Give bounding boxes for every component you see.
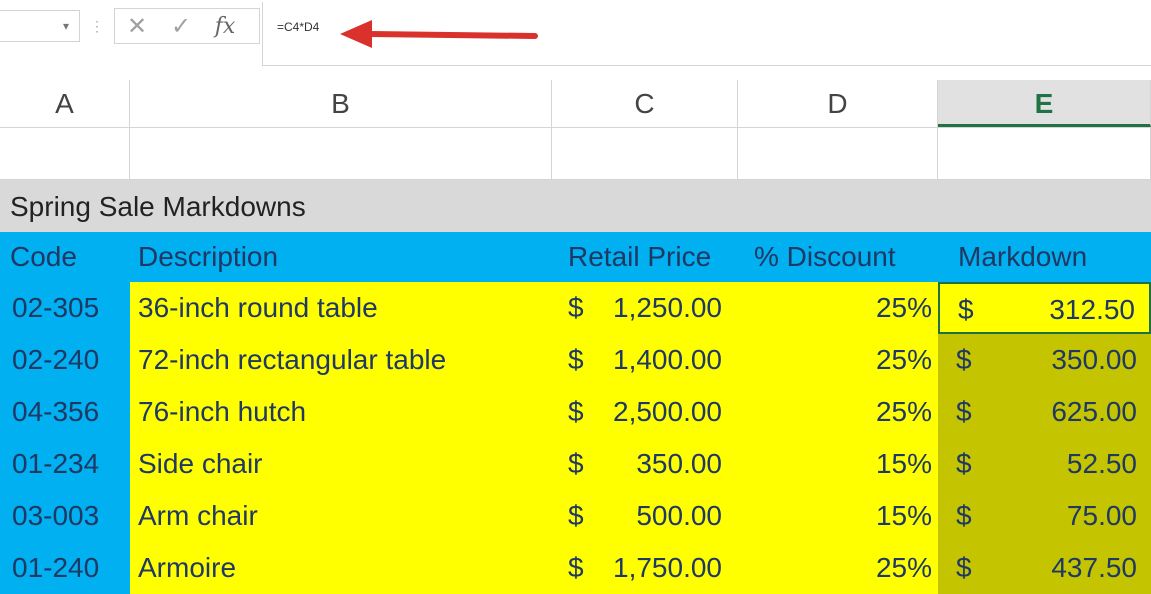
- currency-symbol: $: [956, 344, 972, 375]
- markdown-amount: 52.50: [1066, 448, 1137, 479]
- cancel-button[interactable]: ✕: [115, 9, 159, 43]
- fx-icon: fx: [214, 13, 236, 39]
- markdown-amount: 312.50: [1049, 294, 1135, 325]
- discount-cell[interactable]: 15%: [738, 438, 938, 490]
- table-header-row: Code Description Retail Price % Discount…: [0, 232, 1151, 282]
- price-amount: 2,500.00: [613, 396, 722, 427]
- name-box-dropdown[interactable]: ▾: [0, 10, 80, 42]
- price-amount: 1,250.00: [613, 292, 722, 323]
- table-row: 01-234 Side chair $350.00 15% $52.50: [0, 438, 1151, 490]
- price-cell[interactable]: $1,250.00: [552, 282, 738, 334]
- cell-b1[interactable]: [130, 128, 552, 180]
- check-icon: ✓: [170, 12, 192, 40]
- header-retail-price[interactable]: Retail Price: [568, 232, 711, 282]
- price-amount: 1,750.00: [613, 552, 722, 583]
- markdown-cell-active[interactable]: $312.50: [938, 282, 1151, 334]
- formula-bar: ▾ ⋮ ✕ ✓ fx =C4*D4: [0, 0, 1151, 66]
- code-cell[interactable]: 04-356: [0, 386, 130, 438]
- currency-symbol: $: [568, 344, 584, 375]
- description-cell[interactable]: 72-inch rectangular table: [130, 334, 552, 386]
- price-amount: 500.00: [636, 500, 722, 531]
- spreadsheet-grid: Spring Sale Markdowns Code Description R…: [0, 128, 1151, 594]
- column-header-e[interactable]: E: [938, 80, 1151, 127]
- description-cell[interactable]: Side chair: [130, 438, 552, 490]
- price-cell[interactable]: $1,750.00: [552, 542, 738, 594]
- discount-cell[interactable]: 25%: [738, 386, 938, 438]
- markdown-cell[interactable]: $52.50: [938, 438, 1151, 490]
- code-cell[interactable]: 01-240: [0, 542, 130, 594]
- enter-button[interactable]: ✓: [159, 9, 203, 43]
- header-markdown[interactable]: Markdown: [958, 232, 1087, 282]
- table-row: 01-240 Armoire $1,750.00 25% $437.50: [0, 542, 1151, 594]
- cell-a1[interactable]: [0, 128, 130, 180]
- cell-e1[interactable]: [938, 128, 1151, 180]
- markdown-cell[interactable]: $350.00: [938, 334, 1151, 386]
- price-amount: 1,400.00: [613, 344, 722, 375]
- close-icon: ✕: [126, 12, 148, 40]
- description-cell[interactable]: 36-inch round table: [130, 282, 552, 334]
- markdown-cell[interactable]: $75.00: [938, 490, 1151, 542]
- header-discount[interactable]: % Discount: [754, 232, 896, 282]
- currency-symbol: $: [956, 500, 972, 531]
- grip-separator-icon: ⋮: [90, 18, 104, 34]
- table-row: 02-305 36-inch round table $1,250.00 25%…: [0, 282, 1151, 334]
- currency-symbol: $: [958, 294, 974, 325]
- markdown-amount: 625.00: [1051, 396, 1137, 427]
- price-cell[interactable]: $350.00: [552, 438, 738, 490]
- price-amount: 350.00: [636, 448, 722, 479]
- code-cell[interactable]: 02-240: [0, 334, 130, 386]
- table-row: 04-356 76-inch hutch $2,500.00 25% $625.…: [0, 386, 1151, 438]
- markdown-amount: 437.50: [1051, 552, 1137, 583]
- discount-cell[interactable]: 15%: [738, 490, 938, 542]
- markdown-amount: 75.00: [1066, 500, 1137, 531]
- price-cell[interactable]: $2,500.00: [552, 386, 738, 438]
- price-cell[interactable]: $500.00: [552, 490, 738, 542]
- currency-symbol: $: [956, 448, 972, 479]
- currency-symbol: $: [568, 500, 584, 531]
- currency-symbol: $: [568, 292, 584, 323]
- description-cell[interactable]: 76-inch hutch: [130, 386, 552, 438]
- column-header-c[interactable]: C: [552, 80, 738, 127]
- discount-cell[interactable]: 25%: [738, 542, 938, 594]
- code-cell[interactable]: 02-305: [0, 282, 130, 334]
- column-header-d[interactable]: D: [738, 80, 938, 127]
- markdown-amount: 350.00: [1051, 344, 1137, 375]
- currency-symbol: $: [568, 448, 584, 479]
- formula-text: =C4*D4: [277, 20, 320, 34]
- currency-symbol: $: [568, 396, 584, 427]
- table-row: 02-240 72-inch rectangular table $1,400.…: [0, 334, 1151, 386]
- column-header-row: A B C D E: [0, 80, 1151, 128]
- markdown-cell[interactable]: $437.50: [938, 542, 1151, 594]
- header-description[interactable]: Description: [138, 232, 278, 282]
- column-header-b[interactable]: B: [130, 80, 552, 127]
- cell-d1[interactable]: [738, 128, 938, 180]
- description-cell[interactable]: Arm chair: [130, 490, 552, 542]
- discount-cell[interactable]: 25%: [738, 282, 938, 334]
- currency-symbol: $: [568, 552, 584, 583]
- title-row[interactable]: Spring Sale Markdowns: [0, 180, 1151, 232]
- code-cell[interactable]: 03-003: [0, 490, 130, 542]
- price-cell[interactable]: $1,400.00: [552, 334, 738, 386]
- red-arrow-annotation: [340, 20, 538, 48]
- table-row: 03-003 Arm chair $500.00 15% $75.00: [0, 490, 1151, 542]
- header-code[interactable]: Code: [10, 232, 77, 282]
- cell-c1[interactable]: [552, 128, 738, 180]
- chevron-down-icon: ▾: [62, 19, 69, 33]
- formula-buttons: ✕ ✓ fx: [114, 8, 260, 44]
- currency-symbol: $: [956, 396, 972, 427]
- currency-symbol: $: [956, 552, 972, 583]
- insert-function-button[interactable]: fx: [203, 9, 247, 43]
- sheet-title: Spring Sale Markdowns: [10, 191, 306, 222]
- description-cell[interactable]: Armoire: [130, 542, 552, 594]
- column-header-a[interactable]: A: [0, 80, 130, 127]
- markdown-cell[interactable]: $625.00: [938, 386, 1151, 438]
- discount-cell[interactable]: 25%: [738, 334, 938, 386]
- code-cell[interactable]: 01-234: [0, 438, 130, 490]
